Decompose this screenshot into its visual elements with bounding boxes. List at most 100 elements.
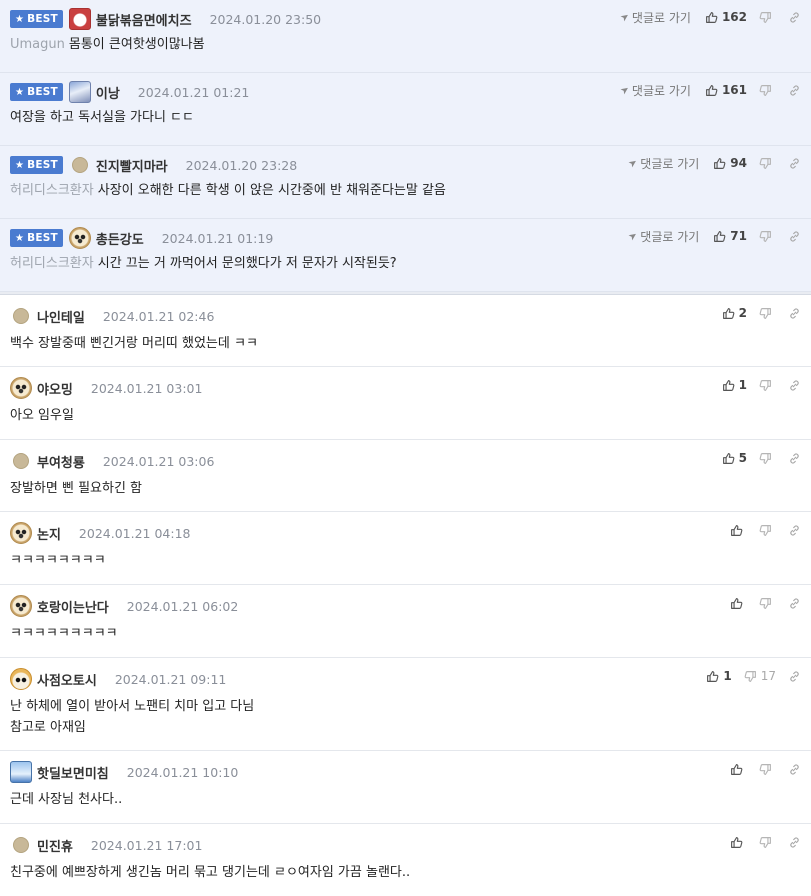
upvote-button[interactable]: 5 bbox=[722, 451, 747, 465]
reply-target-name[interactable]: 허리디스크환자 bbox=[10, 183, 94, 198]
reply-label: 댓글로 가기 bbox=[640, 156, 700, 171]
share-link-button[interactable] bbox=[788, 11, 801, 24]
comment-actions: ➤ 댓글로 가기 94 bbox=[626, 148, 801, 178]
downvote-button[interactable] bbox=[759, 157, 776, 170]
upvote-button[interactable]: 161 bbox=[705, 83, 747, 97]
nickname[interactable]: 총든강도 bbox=[96, 229, 144, 248]
downvote-button[interactable] bbox=[759, 11, 776, 24]
best-label: BEST bbox=[27, 232, 58, 244]
downvote-button[interactable] bbox=[759, 307, 776, 320]
reply-target-name[interactable]: Umagun bbox=[10, 37, 65, 52]
nickname[interactable]: 사점오토시 bbox=[37, 670, 97, 689]
upvote-button[interactable]: 2 bbox=[722, 306, 747, 320]
nickname[interactable]: 불닭볶음면에치즈 bbox=[96, 10, 192, 29]
avatar[interactable] bbox=[13, 837, 29, 853]
thumbs-up-icon bbox=[714, 230, 726, 242]
nickname[interactable]: 논지 bbox=[37, 524, 61, 543]
comment-actions: ➤ 댓글로 가기 71 bbox=[626, 221, 801, 251]
share-link-button[interactable] bbox=[788, 763, 801, 776]
share-link-button[interactable] bbox=[788, 597, 801, 610]
downvote-button[interactable] bbox=[759, 763, 776, 776]
comment-text: 난 하체에 열이 받아서 노팬티 치마 입고 다님 참고로 아재임 bbox=[10, 699, 255, 735]
downvote-button[interactable] bbox=[759, 597, 776, 610]
share-link-button[interactable] bbox=[788, 836, 801, 849]
share-link-button[interactable] bbox=[788, 157, 801, 170]
thumbs-up-icon bbox=[731, 524, 743, 536]
reply-link[interactable]: ➤ 댓글로 가기 bbox=[626, 228, 699, 245]
comment-header: ★ BEST 불닭볶음면에치즈 2024.01.20 23:50 bbox=[10, 4, 321, 34]
upvote-button[interactable] bbox=[730, 597, 747, 610]
reply-arrow-icon: ➤ bbox=[618, 83, 632, 97]
reply-link[interactable]: ➤ 댓글로 가기 bbox=[618, 82, 691, 99]
reply-arrow-icon: ➤ bbox=[626, 156, 640, 170]
share-link-button[interactable] bbox=[788, 524, 801, 537]
reply-link[interactable]: ➤ 댓글로 가기 bbox=[626, 155, 700, 172]
downvote-button[interactable] bbox=[759, 524, 776, 537]
downvote-button[interactable] bbox=[759, 379, 776, 392]
avatar[interactable] bbox=[10, 377, 32, 399]
share-link-button[interactable] bbox=[788, 670, 801, 683]
share-link-button[interactable] bbox=[788, 452, 801, 465]
thumbs-down-icon bbox=[759, 836, 771, 848]
upvote-count: 94 bbox=[730, 156, 747, 170]
comment-text: 아오 임우일 bbox=[10, 408, 74, 423]
nickname[interactable]: 나인테일 bbox=[37, 307, 85, 326]
thumbs-up-icon bbox=[707, 670, 719, 682]
best-label: BEST bbox=[27, 13, 58, 25]
comment-actions bbox=[730, 515, 801, 545]
nickname[interactable]: 부여청룡 bbox=[37, 452, 85, 471]
nickname[interactable]: 민진휴 bbox=[37, 836, 73, 855]
avatar[interactable] bbox=[10, 668, 32, 690]
upvote-button[interactable] bbox=[730, 836, 747, 849]
share-link-button[interactable] bbox=[788, 230, 801, 243]
downvote-button[interactable] bbox=[759, 230, 776, 243]
link-icon bbox=[790, 452, 799, 464]
downvote-button[interactable] bbox=[759, 84, 776, 97]
upvote-button[interactable] bbox=[730, 763, 747, 776]
avatar[interactable] bbox=[68, 81, 91, 103]
avatar[interactable] bbox=[10, 522, 32, 544]
avatar[interactable] bbox=[68, 8, 91, 30]
share-link-button[interactable] bbox=[788, 307, 801, 320]
nickname[interactable]: 야오밍 bbox=[37, 379, 73, 398]
share-link-button[interactable] bbox=[788, 84, 801, 97]
comment: 논지 2024.01.21 04:18 ㅋㅋㅋㅋㅋㅋㅋㅋ bbox=[0, 512, 811, 585]
avatar[interactable] bbox=[10, 595, 32, 617]
comment-body: 근데 사장님 천사다.. bbox=[10, 789, 122, 810]
avatar[interactable] bbox=[10, 761, 32, 783]
downvote-button[interactable] bbox=[759, 836, 776, 849]
nickname[interactable]: 이낭 bbox=[96, 83, 120, 102]
share-link-button[interactable] bbox=[788, 379, 801, 392]
reply-target-name[interactable]: 허리디스크환자 bbox=[10, 256, 94, 271]
best-comment: ★ BEST 불닭볶음면에치즈 2024.01.20 23:50 ➤ 댓글로 가기 162 U… bbox=[0, 0, 811, 73]
avatar[interactable] bbox=[13, 308, 29, 324]
upvote-button[interactable]: 1 bbox=[706, 669, 732, 683]
link-icon bbox=[790, 379, 799, 391]
upvote-button[interactable] bbox=[730, 524, 747, 537]
avatar[interactable] bbox=[13, 453, 29, 469]
best-label: BEST bbox=[27, 159, 58, 171]
reply-link[interactable]: ➤ 댓글로 가기 bbox=[618, 9, 691, 26]
upvote-button[interactable]: 71 bbox=[713, 229, 747, 243]
comment-actions: 1 bbox=[722, 370, 801, 400]
comment-text: 사장이 오해한 다른 학생 이 앉은 시간중에 반 채워준다는말 같음 bbox=[97, 183, 446, 198]
downvote-button[interactable] bbox=[759, 452, 776, 465]
comment-date: 2024.01.21 03:01 bbox=[90, 380, 203, 396]
comment-body: ㅋㅋㅋㅋㅋㅋㅋㅋㅋ bbox=[10, 623, 118, 644]
upvote-button[interactable]: 94 bbox=[713, 156, 747, 170]
avatar[interactable] bbox=[71, 157, 88, 173]
comment-body: 친구중에 예쁘장하게 생긴놈 머리 묶고 댕기는데 ㄹㅇ여자임 가끔 놀랜다.. bbox=[10, 862, 410, 883]
link-icon bbox=[790, 836, 799, 848]
nickname[interactable]: 핫딜보면미침 bbox=[37, 763, 109, 782]
thumbs-up-icon bbox=[731, 763, 743, 775]
nickname[interactable]: 진지빨지마라 bbox=[96, 156, 168, 175]
comment-date: 2024.01.21 01:19 bbox=[161, 230, 274, 246]
upvote-button[interactable]: 162 bbox=[705, 10, 747, 24]
link-icon bbox=[790, 157, 799, 169]
downvote-button[interactable]: 17 bbox=[744, 669, 776, 683]
avatar[interactable] bbox=[68, 227, 91, 249]
upvote-count: 1 bbox=[738, 378, 747, 392]
upvote-button[interactable]: 1 bbox=[722, 378, 747, 392]
best-badge: ★ BEST bbox=[10, 83, 63, 101]
nickname[interactable]: 호랑이는난다 bbox=[37, 597, 109, 616]
